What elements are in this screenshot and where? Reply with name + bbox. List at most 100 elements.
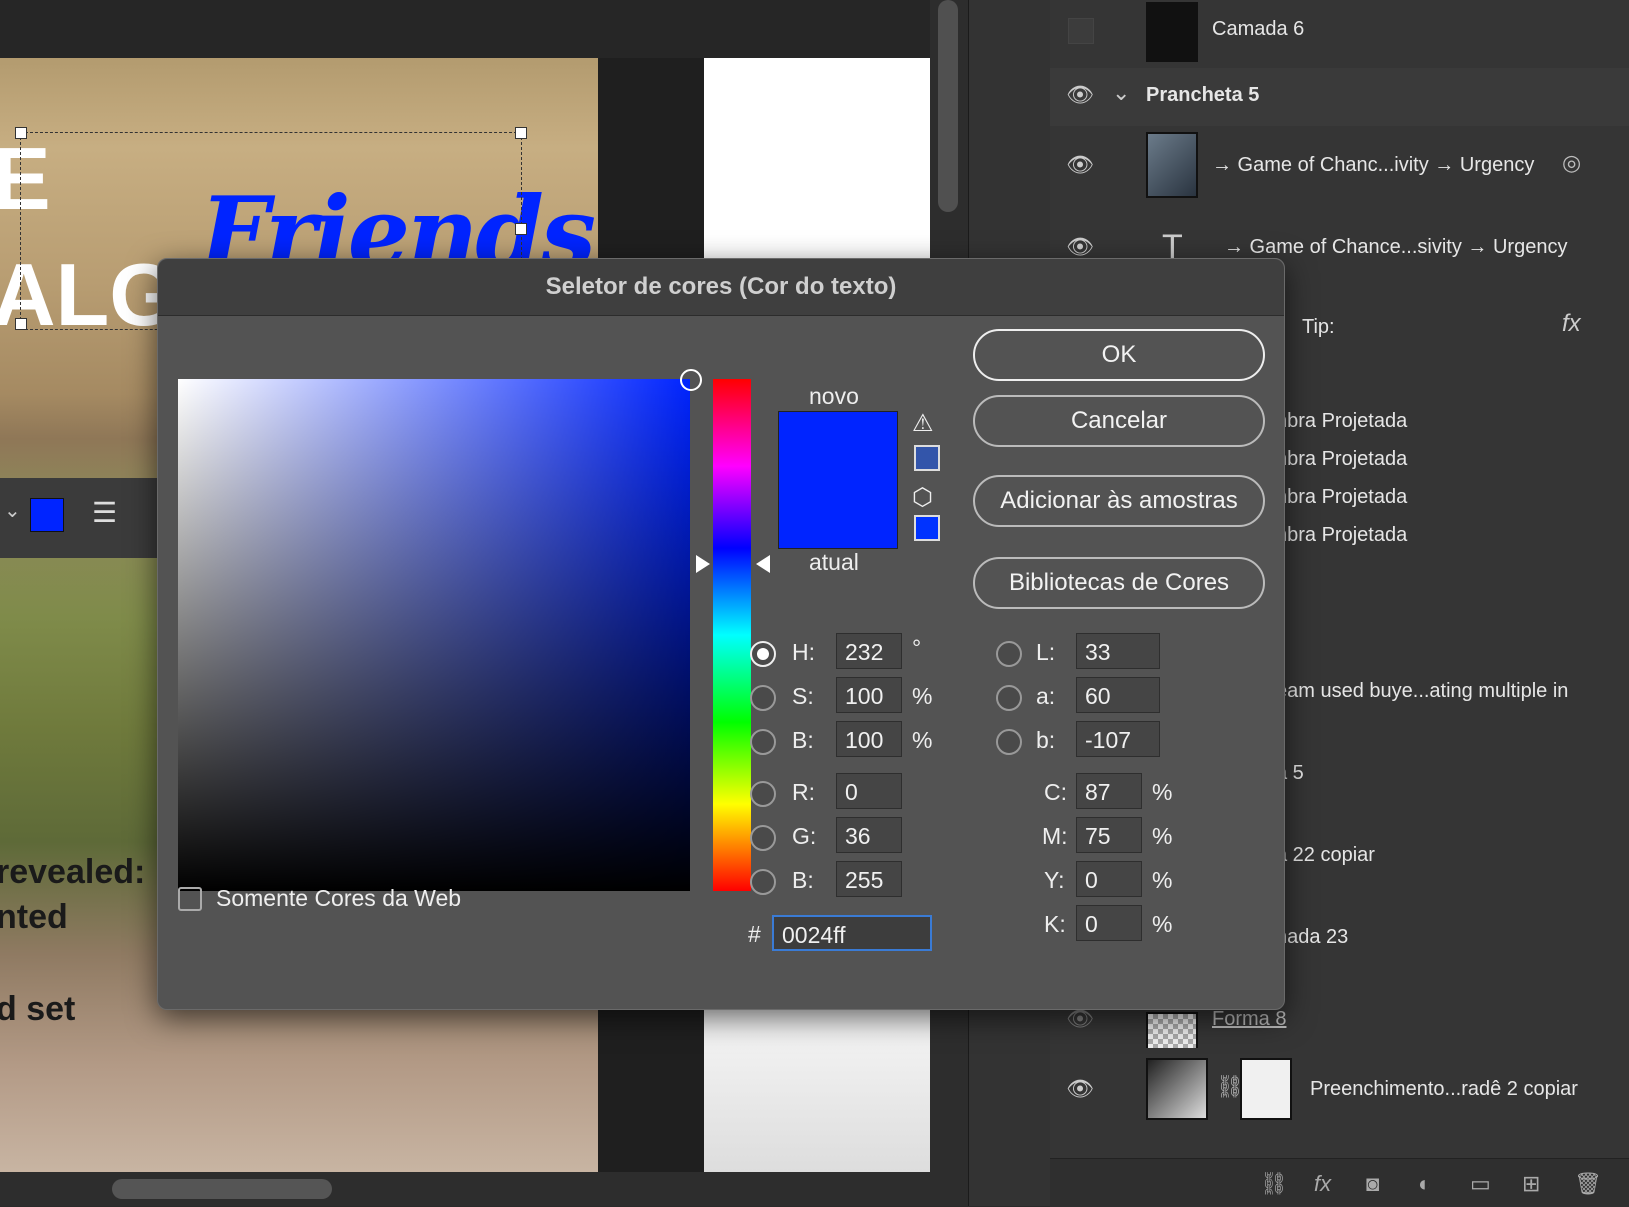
horizontal-scroll-thumb[interactable] [112, 1179, 332, 1199]
magenta-unit: % [1152, 823, 1173, 849]
radio-brightness[interactable] [750, 729, 776, 755]
radio-lab-a[interactable] [996, 685, 1022, 711]
radio-lab-b[interactable] [996, 729, 1022, 755]
mask-thumbnail[interactable] [1240, 1058, 1292, 1120]
lab-l-input[interactable]: 33 [1076, 633, 1160, 669]
radio-hue[interactable] [750, 641, 776, 667]
layer-name: Preenchimento...radê 2 copiar [1310, 1078, 1578, 1100]
black-label: K: [1044, 911, 1066, 937]
new-color-label: novo [809, 383, 859, 409]
hue-slider-handle-left[interactable] [696, 555, 710, 573]
fx-icon[interactable]: fx [1562, 310, 1581, 338]
eye-icon[interactable]: 👁 [1066, 82, 1094, 108]
color-cursor[interactable] [680, 369, 702, 391]
folder-icon[interactable]: ▭ [1470, 1171, 1491, 1197]
visibility-toggle[interactable] [1068, 18, 1094, 44]
hue-unit: ° [912, 635, 922, 661]
eye-icon[interactable]: 👁 [1066, 152, 1094, 178]
gamut-color-swatch[interactable] [914, 445, 940, 471]
canvas-text-nted: nted [0, 898, 68, 936]
chevron-down-icon[interactable]: ⌄ [1112, 80, 1130, 106]
gradient-thumbnail [1146, 1058, 1208, 1120]
magenta-label: M: [1042, 823, 1068, 849]
layer-row[interactable]: 👁 → Game of Chanc...ivity → Urgency ◎ [1050, 126, 1629, 207]
black-input[interactable]: 0 [1076, 905, 1142, 941]
saturation-brightness-field[interactable] [178, 379, 690, 891]
saturation-label: S: [792, 683, 814, 709]
brightness-input[interactable]: 100 [836, 721, 902, 757]
adjustment-icon[interactable]: ◐ [1418, 1171, 1431, 1197]
layer-name: Tip: [1302, 316, 1335, 338]
link-layers-icon[interactable]: ⛓ [1260, 1171, 1288, 1197]
trash-icon[interactable]: 🗑 [1574, 1171, 1602, 1197]
web-colors-only-checkbox[interactable] [178, 887, 202, 911]
ok-button[interactable]: OK [973, 329, 1265, 381]
transform-handle[interactable] [515, 223, 527, 235]
fx-icon[interactable]: fx [1314, 1171, 1331, 1197]
lab-a-input[interactable]: 60 [1076, 677, 1160, 713]
canvas-text-revealed: revealed: [0, 853, 146, 891]
web-safe-cube-icon[interactable]: ⬡ [912, 483, 933, 512]
align-text-icon[interactable]: ☰ [92, 496, 117, 529]
effect-name[interactable]: nbra Projetada [1276, 486, 1407, 509]
web-safe-color-swatch[interactable] [914, 515, 940, 541]
layer-row[interactable]: Camada 6 [1050, 0, 1629, 69]
current-color-label: atual [809, 549, 859, 575]
red-input[interactable]: 0 [836, 773, 902, 809]
cancel-button[interactable]: Cancelar [973, 395, 1265, 447]
color-preview [778, 411, 898, 549]
lab-b-input[interactable]: -107 [1076, 721, 1160, 757]
vertical-scroll-thumb[interactable] [938, 0, 958, 212]
add-to-swatches-button[interactable]: Adicionar às amostras [973, 475, 1265, 527]
cyan-input[interactable]: 87 [1076, 773, 1142, 809]
gamut-warning-icon[interactable]: ⚠ [912, 409, 934, 438]
layer-row[interactable]: 👁 ⛓ Preenchimento...radê 2 copiar [1050, 1048, 1629, 1131]
green-input[interactable]: 36 [836, 817, 902, 853]
effect-name[interactable]: nbra Projetada [1276, 524, 1407, 547]
hue-input[interactable]: 232 [836, 633, 902, 669]
transform-handle[interactable] [515, 127, 527, 139]
layer-name: Prancheta 5 [1146, 84, 1260, 106]
radio-blue[interactable] [750, 869, 776, 895]
mask-icon[interactable]: ◙ [1366, 1171, 1379, 1197]
yellow-input[interactable]: 0 [1076, 861, 1142, 897]
color-libraries-button[interactable]: Bibliotecas de Cores [973, 557, 1265, 609]
blue-input[interactable]: 255 [836, 861, 902, 897]
current-color-swatch[interactable] [779, 480, 897, 548]
chevron-down-icon[interactable]: ⌄ [4, 498, 21, 523]
transform-handle[interactable] [15, 318, 27, 330]
eye-icon[interactable]: 👁 [1066, 234, 1094, 260]
layer-row-artboard[interactable]: 👁 ⌄ Prancheta 5 [1050, 68, 1629, 127]
eye-icon[interactable]: 👁 [1066, 1076, 1094, 1102]
canvas-top-strip [0, 0, 930, 58]
radio-lab-l[interactable] [996, 641, 1022, 667]
layer-name: nada 23 [1276, 926, 1349, 948]
new-layer-icon[interactable]: ⊞ [1522, 1171, 1540, 1197]
red-label: R: [792, 779, 815, 805]
text-color-swatch[interactable] [30, 498, 64, 532]
radio-red[interactable] [750, 781, 776, 807]
layer-row[interactable] [1050, 1130, 1629, 1159]
magenta-input[interactable]: 75 [1076, 817, 1142, 853]
hex-label: # [748, 921, 761, 947]
hue-slider-handle-right[interactable] [756, 555, 770, 573]
color-picker-dialog: Seletor de cores (Cor do texto) novo atu… [157, 258, 1285, 1010]
dialog-title: Seletor de cores (Cor do texto) [158, 259, 1284, 316]
link-smart-object-icon: ◎ [1562, 150, 1582, 175]
hue-slider[interactable] [713, 379, 751, 891]
layers-footer-toolbar: ⛓ fx ◙ ◐ ▭ ⊞ 🗑 [1050, 1158, 1629, 1207]
transform-handle[interactable] [15, 127, 27, 139]
brightness-label: B: [792, 727, 814, 753]
radio-green[interactable] [750, 825, 776, 851]
lab-l-label: L: [1036, 639, 1056, 665]
yellow-label: Y: [1044, 867, 1065, 893]
black-unit: % [1152, 911, 1173, 937]
effect-name[interactable]: nbra Projetada [1276, 410, 1407, 433]
layer-thumbnail [1146, 2, 1198, 62]
hex-input[interactable]: 0024ff [772, 915, 932, 951]
blue-label: B: [792, 867, 814, 893]
radio-saturation[interactable] [750, 685, 776, 711]
layer-name: eam used buye...ating multiple in [1276, 680, 1569, 702]
effect-name[interactable]: nbra Projetada [1276, 448, 1407, 471]
saturation-input[interactable]: 100 [836, 677, 902, 713]
